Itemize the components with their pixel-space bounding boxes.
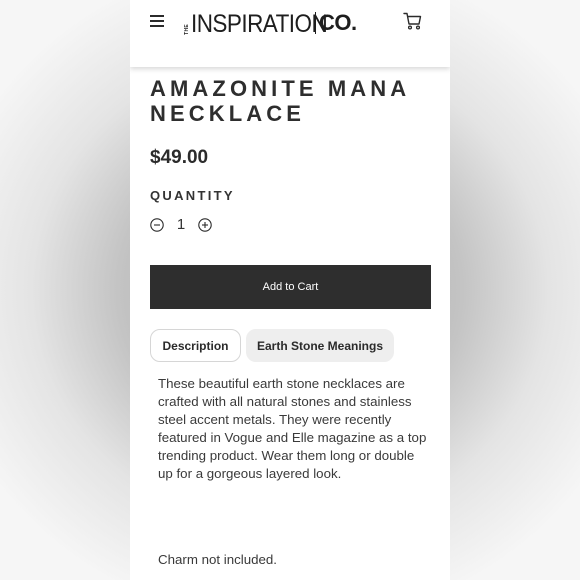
tab-earth-stone-meanings[interactable]: Earth Stone Meanings [246, 329, 394, 362]
add-to-cart-button[interactable]: Add to Cart [150, 265, 431, 309]
plus-circle-icon[interactable] [198, 218, 212, 232]
charm-note: Charm not included. [158, 552, 277, 567]
logo-wordmark: INSPIRATION [191, 10, 328, 38]
tab-description[interactable]: Description [150, 329, 241, 362]
site-header: THE INSPIRATION CO. [130, 0, 450, 67]
hamburger-menu-icon[interactable] [150, 15, 164, 27]
product-description: These beautiful earth stone necklaces ar… [158, 376, 427, 481]
product-title: AMAZONITE MANA NECKLACE [150, 76, 410, 126]
quantity-value[interactable]: 1 [174, 216, 188, 233]
minus-circle-icon[interactable] [150, 218, 164, 232]
shopping-cart-icon[interactable] [403, 12, 422, 30]
product-page: THE INSPIRATION CO. AMAZONITE MANA NECKL… [130, 0, 450, 580]
quantity-label: QUANTITY [150, 188, 235, 203]
logo-prefix: THE [184, 24, 190, 35]
logo-suffix: CO. [315, 12, 357, 34]
product-price: $49.00 [150, 147, 209, 168]
